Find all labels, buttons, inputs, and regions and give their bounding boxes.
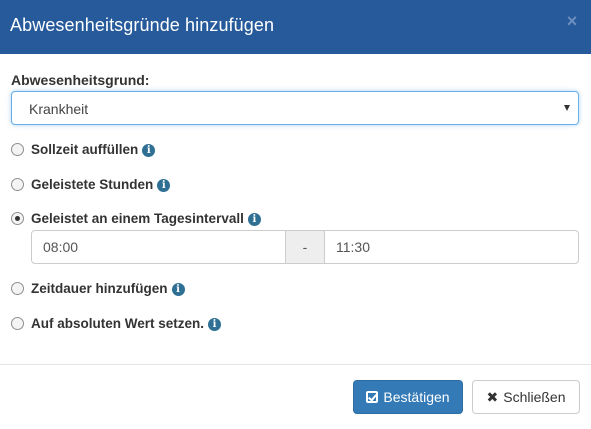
info-circle-icon[interactable]: i	[208, 318, 222, 331]
option-label: Zeitdauer hinzufügen	[31, 281, 168, 296]
footer-divider	[0, 364, 591, 365]
close-icon: ✖	[486, 389, 499, 405]
radio-sollzeit[interactable]	[11, 143, 24, 156]
option-label: Auf absoluten Wert setzen.	[31, 316, 205, 331]
close-icon[interactable]: ×	[565, 12, 579, 30]
radio-geleistete-stunden[interactable]	[11, 178, 24, 191]
radio-absoluter-wert[interactable]	[11, 317, 24, 330]
option-label: Geleistet an einem Tagesintervall	[31, 211, 244, 226]
confirm-button[interactable]: Bestätigen	[353, 380, 463, 414]
reason-select[interactable]: Krankheit	[11, 91, 579, 125]
option-label: Sollzeit auffüllen	[31, 142, 139, 157]
radio-zeitdauer[interactable]	[11, 282, 24, 295]
close-button[interactable]: ✖ Schließen	[472, 380, 580, 414]
reason-label: Abwesenheitsgrund:	[11, 72, 150, 88]
interval-input-group: 08:00 - 11:30	[31, 230, 579, 264]
reason-select-value: Krankheit	[29, 101, 89, 117]
modal-title: Abwesenheitsgründe hinzufügen	[10, 15, 275, 35]
info-circle-icon[interactable]: i	[142, 144, 156, 157]
check-square-icon	[366, 391, 379, 403]
interval-separator: -	[285, 230, 325, 264]
interval-from-input[interactable]: 08:00	[31, 230, 286, 264]
interval-to-input[interactable]: 11:30	[324, 230, 579, 264]
modal-header: Abwesenheitsgründe hinzufügen ×	[0, 0, 591, 54]
info-circle-icon[interactable]: i	[171, 283, 185, 296]
info-circle-icon[interactable]: i	[247, 213, 261, 226]
info-circle-icon[interactable]: i	[157, 179, 171, 192]
radio-tagesintervall[interactable]	[11, 212, 24, 225]
chevron-down-icon	[564, 105, 570, 111]
option-label: Geleistete Stunden	[31, 177, 154, 192]
